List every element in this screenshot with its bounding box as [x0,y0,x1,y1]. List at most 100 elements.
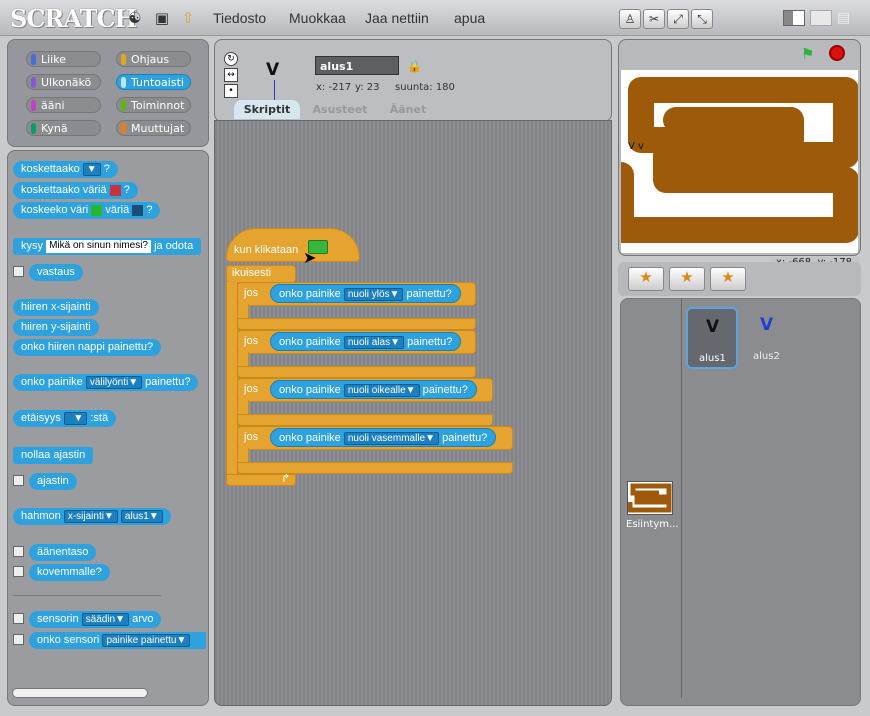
sprite-thumbnail: V [266,60,280,80]
random-sprite-icon[interactable]: ★ [710,267,746,291]
block-sensor-value[interactable]: sensorin säädin▼ arvo [29,611,162,628]
menu-help[interactable]: apua [454,10,485,26]
palette-scrollbar[interactable] [12,688,148,698]
forever-label: ikuisesti [232,267,272,279]
tab-costumes[interactable]: Asusteet [302,100,378,119]
category-looks[interactable]: Ulkonäkö [26,74,101,90]
save-icon[interactable]: ▣ [153,9,171,27]
block-mouse-down[interactable]: onko hiiren nappi painettu? [13,339,162,356]
category-pen[interactable]: Kynä [26,120,101,136]
sprite-thumb-alus1[interactable]: V alus1 [686,307,738,369]
key-dropdown[interactable]: välilyönti▼ [85,375,143,389]
scratch-logo: SCRATCH [10,4,137,33]
stage-thumb[interactable] [627,481,673,515]
block-loudness[interactable]: äänentaso [29,544,97,561]
normal-stage-icon[interactable] [810,10,832,26]
no-rotate-icon[interactable]: • [224,84,238,98]
tab-sounds[interactable]: Äänet [380,100,436,119]
stage-canvas[interactable]: V v [621,70,858,253]
sprite-thumb-alus2[interactable]: V alus2 [742,307,794,369]
key-dropdown-3[interactable]: nuoli oikealle▼ [343,383,420,397]
block-distance[interactable]: etäisyys ▼ :stä [13,410,117,427]
sensor-dropdown[interactable]: säädin▼ [81,612,130,626]
import-sprite-icon[interactable]: ★ [669,267,705,291]
if-arm-1 [237,304,249,318]
distance-dropdown[interactable]: ▼ [63,411,88,425]
category-control[interactable]: Ohjaus [116,51,191,67]
checkbox-loudness[interactable] [13,546,24,557]
lock-icon[interactable]: 🔒 [407,59,422,73]
sensor-pressed-dropdown[interactable]: painike painettu▼ [102,633,191,647]
if-foot-2 [237,366,476,378]
if-label-2: jos [244,335,259,347]
direction-line [274,80,275,100]
palette-divider [13,595,161,596]
block-mouse-y[interactable]: hiiren y-sijainti [13,319,99,336]
key-dropdown-4[interactable]: nuoli vasemmalle▼ [343,431,440,445]
scissors-icon[interactable]: ✂ [643,9,665,29]
alus1-label: alus1 [699,353,726,364]
alus2-costume: V [760,315,774,335]
paint-sprite-icon[interactable]: ★ [628,267,664,291]
sprite-y: y: 23 [355,82,380,93]
checkbox-answer[interactable] [13,266,24,277]
block-timer[interactable]: ajastin [29,473,77,490]
if-arm-2 [237,352,249,366]
checkbox-sensor-pressed[interactable] [13,634,24,645]
block-key-pressed[interactable]: onko painike välilyönti▼ painettu? [13,374,199,391]
block-loud[interactable]: kovemmalle? [29,564,110,581]
if-foot-3 [237,414,493,426]
attribute-dropdown[interactable]: x-sijainti▼ [63,509,118,523]
category-motion[interactable]: Liike [26,51,101,67]
sprite-name-field[interactable]: alus1 [315,56,399,75]
key-condition-2[interactable]: onko painike nuoli alas▼ painettu? [270,332,462,351]
alus2-label: alus2 [753,351,780,362]
rotate-full-icon[interactable]: ↻ [224,52,238,66]
menu-share[interactable]: Jaa nettiin [365,10,429,26]
key-condition-1[interactable]: onko painike nuoli ylös▼ painettu? [270,284,461,303]
block-color-touching[interactable]: koskeeko väri väriä ? [13,202,161,219]
shrink-icon[interactable]: ⤡ [691,9,713,29]
category-operators[interactable]: Toiminnot [116,97,191,113]
scripts-area[interactable] [214,120,612,706]
tab-scripts[interactable]: Skriptit [234,100,300,119]
category-sound[interactable]: ääni [26,97,101,113]
checkbox-loud[interactable] [13,566,24,577]
green-flag-button[interactable]: ⚑ [801,45,819,63]
key-condition-4[interactable]: onko painike nuoli vasemmalle▼ painettu? [270,428,497,447]
key-condition-3[interactable]: onko painike nuoli oikealle▼ painettu? [270,380,477,399]
category-sensing[interactable]: Tuntoaisti [116,74,191,90]
variables-color-icon [121,123,126,134]
block-mouse-x[interactable]: hiiren x-sijainti [13,299,99,316]
rotate-lr-icon[interactable]: ↔ [224,68,238,82]
stamp-icon[interactable]: ♙ [619,9,641,29]
sprite-direction: suunta: 180 [395,82,455,93]
menu-file[interactable]: Tiedosto [213,10,266,26]
share-icon[interactable]: ⇧ [179,9,197,27]
hat-label: kun klikataan [234,244,299,256]
block-reset-timer[interactable]: nollaa ajastin [13,447,94,464]
key-dropdown-2[interactable]: nuoli alas▼ [343,335,405,349]
presentation-mode-icon[interactable]: ▤ [837,10,855,26]
grow-icon[interactable]: ⤢ [667,9,689,29]
category-variables[interactable]: Muuttujat [116,120,191,136]
checkbox-timer[interactable] [13,475,24,486]
sprite-dropdown[interactable]: alus1▼ [120,509,163,523]
checkbox-sensor[interactable] [13,613,24,624]
stop-button[interactable] [829,45,845,61]
menu-edit[interactable]: Muokkaa [289,10,346,26]
block-touching-color[interactable]: koskettaako väriä ? [13,182,138,199]
block-ask[interactable]: kysy Mikä on sinun nimesi? ja odota [13,238,202,255]
looks-color-icon [31,77,36,88]
block-attribute-of[interactable]: hahmon x-sijainti▼ alus1▼ [13,508,171,525]
stage-sprites: V v [628,141,644,152]
block-sensor-pressed[interactable]: onko sensori painike painettu▼ [29,632,206,649]
if-label-3: jos [244,383,259,395]
block-answer[interactable]: vastaus [29,264,83,281]
motion-color-icon [31,54,36,65]
globe-icon[interactable]: ☯ [126,9,144,27]
key-dropdown-1[interactable]: nuoli ylös▼ [343,287,404,301]
touching-dropdown[interactable]: ▼ [82,162,101,176]
block-touching[interactable]: koskettaako ▼ ? [13,161,118,178]
small-stage-icon[interactable] [783,10,805,26]
